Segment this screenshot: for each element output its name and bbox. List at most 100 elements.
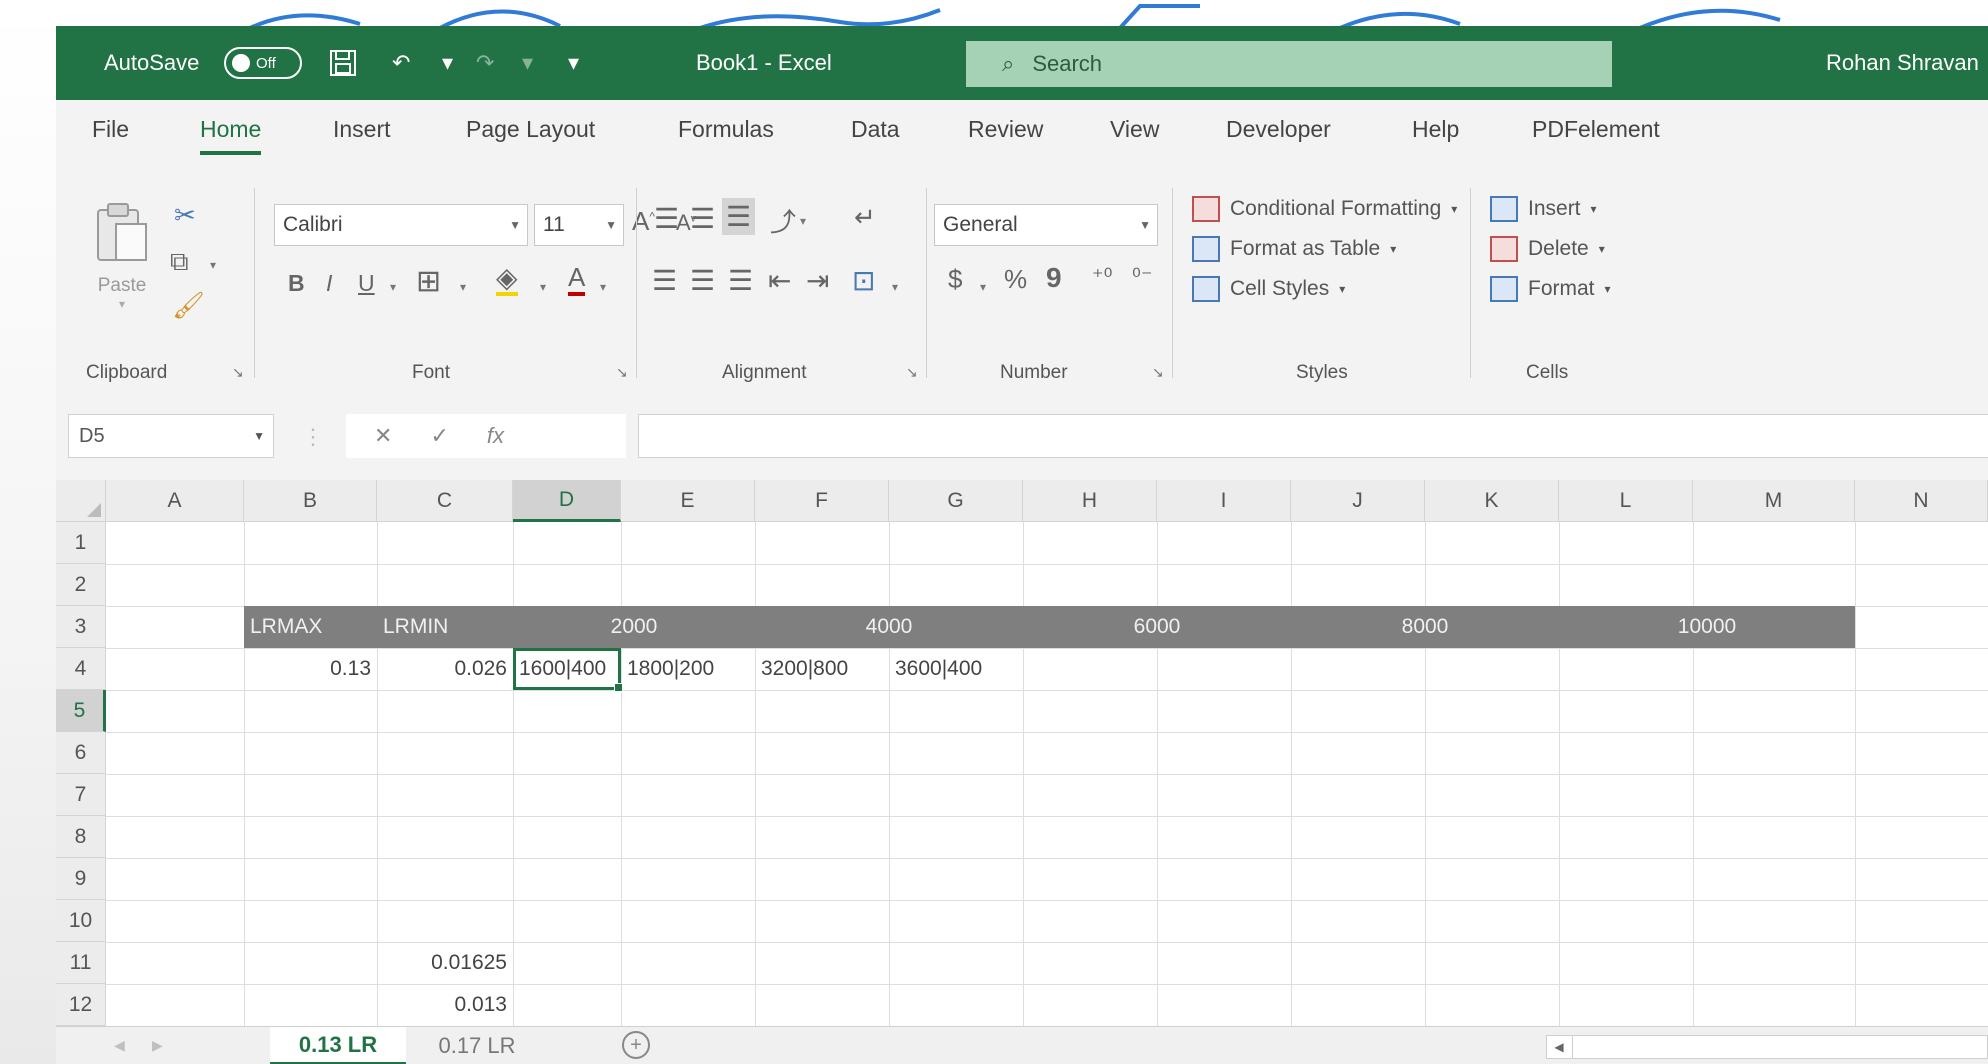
column-header[interactable]: B — [244, 480, 377, 522]
tab-help[interactable]: Help — [1412, 116, 1459, 143]
align-middle-icon[interactable]: ☰ — [690, 202, 715, 235]
row-header[interactable]: 6 — [56, 732, 106, 774]
column-header[interactable]: G — [889, 480, 1023, 522]
column-header[interactable]: M — [1693, 480, 1855, 522]
cell-b3[interactable]: LRMAX — [244, 606, 377, 648]
redo-icon[interactable]: ↷ — [476, 26, 494, 100]
formula-bar-splitter[interactable]: ⋮ — [302, 424, 324, 450]
align-center-icon[interactable]: ☰ — [690, 264, 715, 297]
decrease-indent-icon[interactable]: ⇤ — [768, 264, 791, 297]
column-header[interactable]: C — [377, 480, 513, 522]
sheet-next-icon[interactable]: ▶ — [152, 1037, 163, 1054]
cell-c12[interactable]: 0.013 — [377, 984, 513, 1026]
bold-button[interactable]: B — [288, 270, 305, 297]
undo-dropdown-icon[interactable]: ▾ — [442, 26, 453, 100]
column-header[interactable]: K — [1425, 480, 1559, 522]
cell-f3-g3[interactable]: 4000 — [755, 606, 1023, 648]
search-box[interactable]: ⌕ Search — [966, 41, 1612, 87]
cell-f4[interactable]: 3200|800 — [755, 648, 889, 690]
format-cells-button[interactable]: Format ▾ — [1490, 276, 1611, 302]
insert-cells-button[interactable]: Insert ▾ — [1490, 196, 1597, 222]
undo-icon[interactable]: ↶ — [392, 26, 410, 100]
paste-button[interactable]: Paste ▾ — [90, 200, 154, 311]
row-header[interactable]: 1 — [56, 522, 106, 564]
comma-button[interactable]: 9 — [1046, 262, 1062, 294]
merge-dropdown-icon[interactable]: ▾ — [892, 280, 898, 294]
cut-icon[interactable]: ✂ — [174, 200, 196, 231]
orientation-dropdown-icon[interactable]: ▾ — [800, 214, 806, 228]
row-header[interactable]: 9 — [56, 858, 106, 900]
select-all-button[interactable] — [56, 480, 106, 522]
borders-icon[interactable]: ⊞ — [416, 264, 441, 299]
active-cell-d5[interactable] — [513, 648, 623, 692]
align-bottom-icon[interactable]: ☰ — [722, 198, 756, 235]
font-size-combo[interactable]: 11 ▼ — [534, 204, 624, 246]
row-header[interactable]: 7 — [56, 774, 106, 816]
horizontal-scrollbar[interactable] — [1546, 1035, 1988, 1059]
column-header[interactable]: H — [1023, 480, 1157, 522]
tab-formulas[interactable]: Formulas — [678, 116, 774, 143]
redo-dropdown-icon[interactable]: ▾ — [522, 26, 533, 100]
tab-file[interactable]: File — [92, 116, 129, 143]
formula-input[interactable] — [638, 414, 1988, 458]
italic-button[interactable]: I — [326, 270, 332, 297]
number-launcher-icon[interactable]: ↘ — [1152, 364, 1164, 381]
decrease-decimal-icon[interactable]: ⁰⁻ — [1132, 264, 1152, 290]
cell-j3-k3[interactable]: 8000 — [1291, 606, 1559, 648]
insert-function-button[interactable]: fx — [487, 423, 504, 449]
name-box[interactable]: D5 ▼ — [68, 414, 274, 458]
tab-page-layout[interactable]: Page Layout — [466, 116, 595, 143]
column-header[interactable]: E — [621, 480, 755, 522]
column-header[interactable]: F — [755, 480, 889, 522]
font-color-dropdown-icon[interactable]: ▾ — [600, 280, 606, 294]
orientation-icon[interactable]: ⤴ — [770, 202, 796, 239]
row-header[interactable]: 8 — [56, 816, 106, 858]
tab-insert[interactable]: Insert — [333, 116, 391, 143]
scroll-left-icon[interactable]: ◀ — [1546, 1035, 1573, 1059]
merge-center-icon[interactable]: ⊡ — [852, 264, 875, 297]
worksheet-grid[interactable]: A B C D E F G H I J K L M N 1 2 3 4 5 6 … — [56, 480, 1988, 1026]
sheet-prev-icon[interactable]: ◀ — [114, 1037, 125, 1054]
font-launcher-icon[interactable]: ↘ — [616, 364, 628, 381]
row-header[interactable]: 3 — [56, 606, 106, 648]
currency-button[interactable]: $ — [948, 264, 962, 295]
copy-icon[interactable]: ⧉ — [170, 246, 189, 278]
column-header[interactable]: J — [1291, 480, 1425, 522]
currency-dropdown-icon[interactable]: ▾ — [980, 280, 986, 294]
column-header[interactable]: D — [513, 480, 621, 522]
clipboard-launcher-icon[interactable]: ↘ — [232, 364, 244, 381]
user-name[interactable]: Rohan Shravan — [1826, 26, 1979, 100]
save-icon[interactable] — [328, 26, 358, 100]
font-name-combo[interactable]: Calibri ▼ — [274, 204, 528, 246]
column-header[interactable]: A — [106, 480, 244, 522]
copy-dropdown-icon[interactable]: ▾ — [210, 258, 216, 272]
cell-l3-m3[interactable]: 10000 — [1559, 606, 1855, 648]
cell-c4[interactable]: 0.026 — [377, 648, 513, 690]
tab-view[interactable]: View — [1110, 116, 1159, 143]
increase-indent-icon[interactable]: ⇥ — [806, 264, 829, 297]
percent-button[interactable]: % — [1004, 264, 1027, 295]
cell-d3-e3[interactable]: 2000 — [513, 606, 755, 648]
row-header[interactable]: 2 — [56, 564, 106, 606]
format-painter-icon[interactable]: 🖌 — [172, 290, 205, 321]
wrap-text-icon[interactable]: ↵ — [854, 202, 876, 233]
row-header[interactable]: 5 — [56, 690, 106, 732]
font-color-button[interactable]: A — [568, 262, 586, 296]
cell-c3[interactable]: LRMIN — [377, 606, 513, 648]
delete-cells-button[interactable]: Delete ▾ — [1490, 236, 1605, 262]
underline-button[interactable]: U — [358, 270, 375, 297]
borders-dropdown-icon[interactable]: ▾ — [460, 280, 466, 294]
sheet-tab-0-17-lr[interactable]: 0.17 LR — [412, 1027, 542, 1064]
sheet-tab-0-13-lr[interactable]: 0.13 LR — [270, 1027, 406, 1064]
tab-data[interactable]: Data — [851, 116, 900, 143]
align-left-icon[interactable]: ☰ — [652, 264, 677, 297]
align-right-icon[interactable]: ☰ — [728, 264, 753, 297]
format-as-table-button[interactable]: Format as Table ▾ — [1192, 236, 1396, 262]
conditional-formatting-button[interactable]: Conditional Formatting ▾ — [1192, 196, 1457, 222]
cell-b4[interactable]: 0.13 — [244, 648, 377, 690]
tab-developer[interactable]: Developer — [1226, 116, 1331, 143]
autosave-toggle[interactable]: Off — [224, 26, 302, 100]
row-header[interactable]: 12 — [56, 984, 106, 1026]
fill-color-dropdown-icon[interactable]: ▾ — [540, 280, 546, 294]
tab-home[interactable]: Home — [200, 116, 262, 155]
